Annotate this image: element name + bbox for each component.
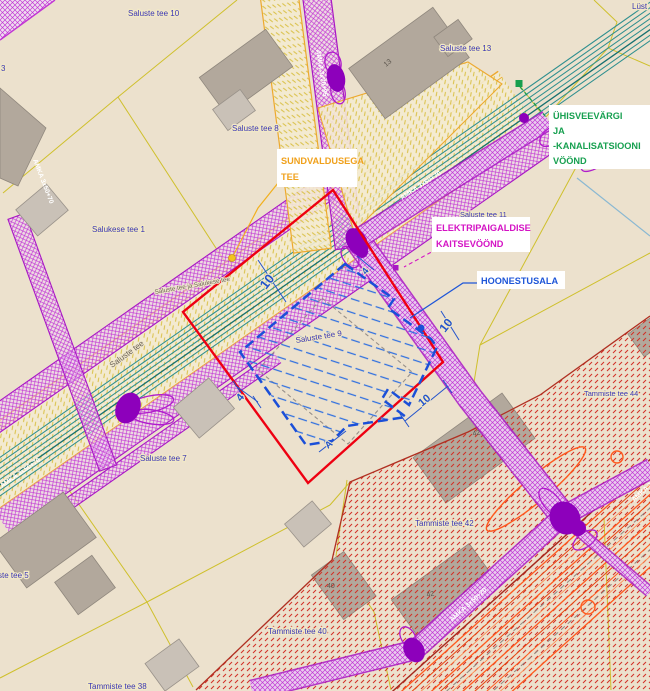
annotation-text: VÖÖND — [553, 156, 587, 166]
map-viewport: Saluste tee Saluste tee ja Salukese tee … — [0, 0, 650, 691]
parcel-label-salukese-tee-1: Salukese tee 1 — [92, 225, 145, 234]
parcel-label-partial-3: 3 — [1, 64, 6, 73]
annotation-text: HOONESTUSALA — [481, 276, 558, 286]
parcel-label-saluste-tee-8: Saluste tee 8 — [232, 124, 279, 133]
annotation-electric-zone: ELEKTRIPAIGALDISE KAITSEVÖÖND — [432, 217, 531, 252]
parcel-label-saluste-tee-7: Saluste tee 7 — [140, 454, 187, 463]
cable-node-purple — [393, 265, 399, 271]
annotation-water-sewer-zone: ÜHISVEEVÄRGI JA -KANALISATSIOONI VÖÖND — [549, 105, 650, 169]
leader-dot-yellow — [229, 255, 236, 262]
parcel-label-tammiste-tee-38: Tammiste tee 38 — [88, 682, 147, 691]
annotation-text: JA — [553, 126, 565, 136]
node-blue — [418, 325, 425, 332]
parcel-label-saluste-tee-5: Saluste tee 5 — [0, 571, 29, 580]
building-number: 40 — [327, 583, 335, 590]
annotation-text: SUNDVALDUSEGA — [281, 156, 364, 166]
parcel-label-tammiste-tee-40: Tammiste tee 40 — [268, 627, 327, 636]
map-canvas[interactable]: Saluste tee Saluste tee ja Salukese tee … — [0, 0, 650, 691]
annotation-sundvaldusega-tee: SUNDVALDUSEGA TEE — [277, 149, 364, 187]
annotation-text: KAITSEVÖÖND — [436, 239, 504, 249]
annotation-hoonestusala: HOONESTUSALA — [477, 271, 565, 289]
annotation-text: TEE — [281, 172, 299, 182]
annotation-text: ÜHISVEEVÄRGI — [553, 111, 622, 121]
parcel-label-tammiste-tee-42: Tammiste tee 42 — [415, 519, 474, 528]
parcel-label-saluste-tee-13: Saluste tee 13 — [440, 44, 492, 53]
parcel-label-saluste-tee-10: Saluste tee 10 — [128, 9, 180, 18]
annotation-text: ELEKTRIPAIGALDISE — [436, 223, 531, 233]
annotation-text: -KANALISATSIOONI — [553, 141, 641, 151]
parcel-label-edge: Lüst — [632, 2, 648, 11]
parcel-label-tammiste-tee-44: Tammiste tee 44 — [584, 389, 638, 398]
water-node-green — [516, 80, 523, 87]
